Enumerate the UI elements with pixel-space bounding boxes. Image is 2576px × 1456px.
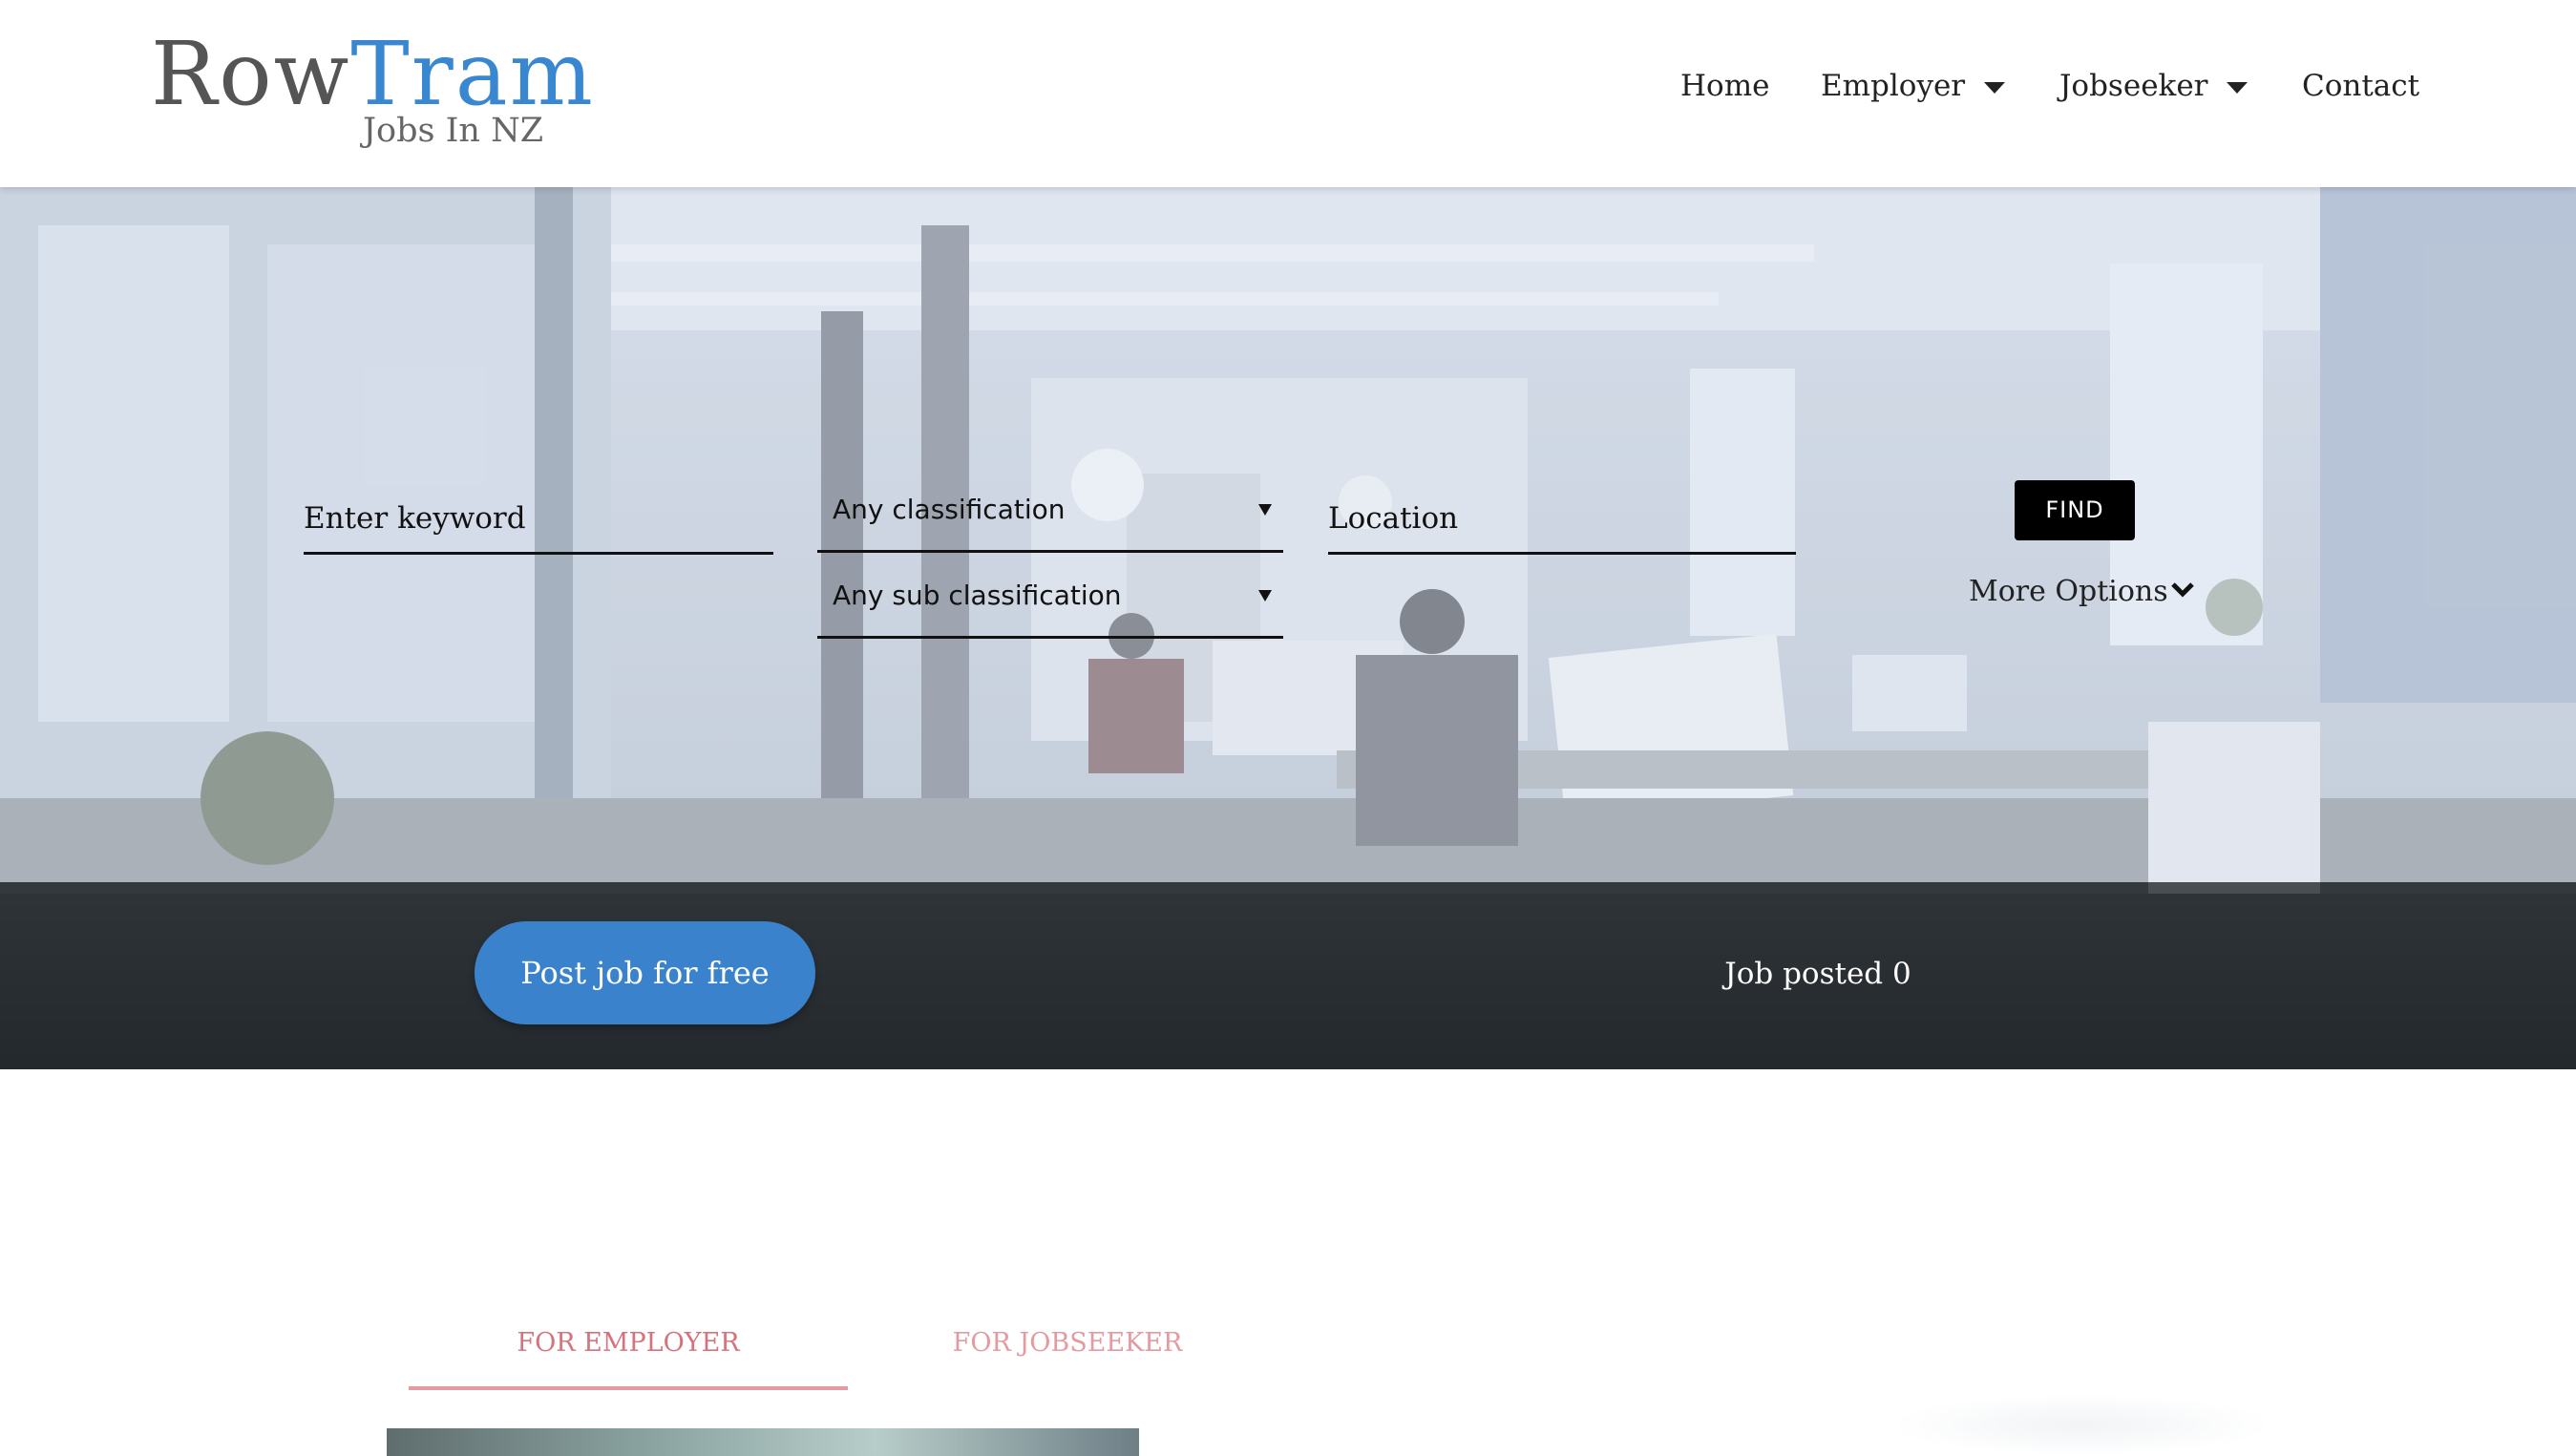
nav-contact-label: Contact bbox=[2302, 69, 2420, 103]
logo-word-row: Row bbox=[151, 23, 351, 125]
audience-tabs: FOR EMPLOYER FOR JOBSEEKER bbox=[409, 1314, 1363, 1390]
sub-classification-select[interactable]: Any sub classification bbox=[817, 556, 1283, 639]
classification-select[interactable]: Any classification bbox=[817, 470, 1283, 553]
post-job-button[interactable]: Post job for free bbox=[475, 921, 815, 1024]
site-header: RowTram Jobs In NZ Home Employer Jobseek… bbox=[0, 0, 2576, 187]
nav-employer-label: Employer bbox=[1821, 69, 1966, 103]
sub-classification-value: Any sub classification bbox=[833, 580, 1122, 611]
keyword-input[interactable] bbox=[304, 485, 773, 552]
location-field bbox=[1328, 485, 1796, 555]
keyword-field bbox=[304, 485, 773, 555]
decorative-shape bbox=[1890, 1394, 2272, 1456]
employer-preview-image bbox=[387, 1428, 1139, 1456]
nav-jobseeker[interactable]: Jobseeker bbox=[2059, 59, 2249, 113]
nav-contact[interactable]: Contact bbox=[2302, 59, 2419, 113]
find-button[interactable]: FIND bbox=[2015, 480, 2135, 540]
nav-employer[interactable]: Employer bbox=[1821, 59, 2006, 113]
hero-section: Any classification Any sub classificatio… bbox=[0, 187, 2576, 1069]
tab-for-employer-label: FOR EMPLOYER bbox=[517, 1328, 740, 1358]
tab-for-jobseeker-label: FOR JOBSEEKER bbox=[952, 1328, 1183, 1358]
nav-home-label: Home bbox=[1680, 69, 1770, 103]
classification-value: Any classification bbox=[833, 494, 1066, 525]
post-job-band: Post job for free Job posted 0 bbox=[0, 882, 2576, 1069]
chevron-down-icon bbox=[2170, 582, 2194, 598]
dropdown-arrow-icon bbox=[1258, 504, 1272, 516]
job-search-form: Any classification Any sub classificatio… bbox=[0, 187, 2576, 882]
more-options-toggle[interactable]: More Options bbox=[1969, 571, 2195, 613]
logo-tagline: Jobs In NZ bbox=[363, 112, 544, 150]
more-options-label: More Options bbox=[1969, 575, 2168, 608]
dropdown-arrow-icon bbox=[1258, 590, 1272, 601]
logo-wordmark: RowTram bbox=[151, 27, 595, 122]
nav-home[interactable]: Home bbox=[1680, 59, 1769, 113]
tab-for-jobseeker[interactable]: FOR JOBSEEKER bbox=[848, 1314, 1287, 1390]
site-logo[interactable]: RowTram Jobs In NZ bbox=[151, 27, 593, 160]
job-posted-count: Job posted 0 bbox=[1724, 957, 1911, 991]
caret-down-icon bbox=[2227, 81, 2249, 94]
nav-jobseeker-label: Jobseeker bbox=[2059, 69, 2208, 103]
caret-down-icon bbox=[1984, 81, 2006, 94]
tab-for-employer[interactable]: FOR EMPLOYER bbox=[409, 1314, 848, 1390]
location-input[interactable] bbox=[1328, 485, 1796, 552]
